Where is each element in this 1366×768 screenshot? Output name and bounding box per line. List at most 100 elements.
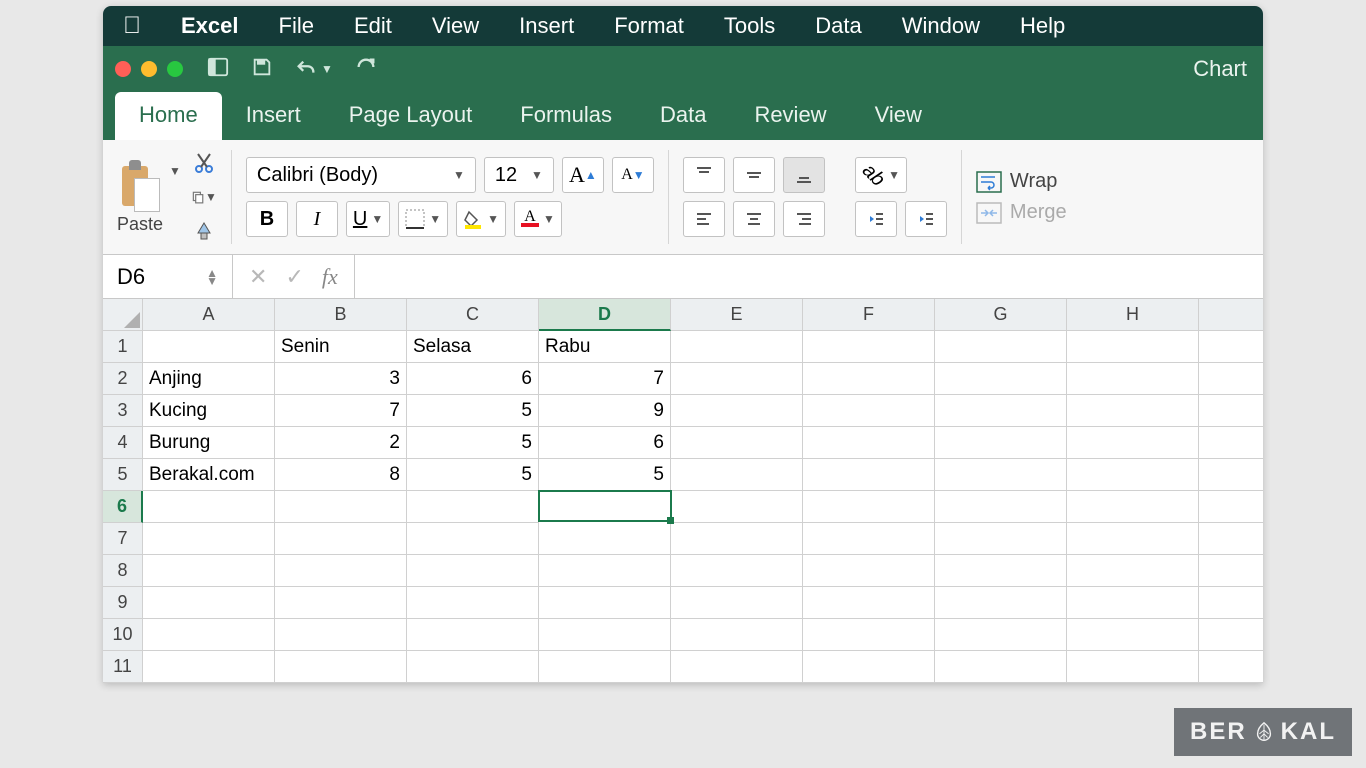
cell-H8[interactable]: [1067, 555, 1199, 587]
align-middle-icon[interactable]: [733, 157, 775, 193]
cell-F4[interactable]: [803, 427, 935, 459]
cell-G9[interactable]: [935, 587, 1067, 619]
cell-C5[interactable]: 5: [407, 459, 539, 491]
cell-I2[interactable]: [1199, 363, 1263, 395]
column-header-F[interactable]: F: [803, 299, 935, 331]
row-header-7[interactable]: 7: [103, 523, 143, 555]
cut-icon[interactable]: [191, 150, 217, 176]
column-header-E[interactable]: E: [671, 299, 803, 331]
italic-button[interactable]: I: [296, 201, 338, 237]
cell-A9[interactable]: [143, 587, 275, 619]
insert-function-icon[interactable]: fx: [322, 264, 338, 290]
minimize-icon[interactable]: [141, 61, 157, 77]
cell-C9[interactable]: [407, 587, 539, 619]
column-header-I[interactable]: I: [1199, 299, 1263, 331]
cell-B7[interactable]: [275, 523, 407, 555]
row-header-9[interactable]: 9: [103, 587, 143, 619]
cell-B8[interactable]: [275, 555, 407, 587]
row-header-6[interactable]: 6: [103, 491, 143, 523]
cell-C4[interactable]: 5: [407, 427, 539, 459]
cell-D11[interactable]: [539, 651, 671, 683]
cell-D10[interactable]: [539, 619, 671, 651]
cell-G3[interactable]: [935, 395, 1067, 427]
cell-D1[interactable]: Rabu: [539, 331, 671, 363]
cell-C11[interactable]: [407, 651, 539, 683]
cell-A7[interactable]: [143, 523, 275, 555]
cell-D4[interactable]: 6: [539, 427, 671, 459]
cell-F11[interactable]: [803, 651, 935, 683]
decrease-indent-icon[interactable]: [855, 201, 897, 237]
cell-E1[interactable]: [671, 331, 803, 363]
column-header-B[interactable]: B: [275, 299, 407, 331]
copy-icon[interactable]: ▼: [191, 184, 217, 210]
row-header-8[interactable]: 8: [103, 555, 143, 587]
menu-app[interactable]: Excel: [181, 13, 239, 39]
cell-H9[interactable]: [1067, 587, 1199, 619]
menu-insert[interactable]: Insert: [519, 13, 574, 39]
cell-E4[interactable]: [671, 427, 803, 459]
cell-D3[interactable]: 9: [539, 395, 671, 427]
cell-B3[interactable]: 7: [275, 395, 407, 427]
menu-edit[interactable]: Edit: [354, 13, 392, 39]
cell-B4[interactable]: 2: [275, 427, 407, 459]
cell-G8[interactable]: [935, 555, 1067, 587]
cell-A6[interactable]: [143, 491, 275, 523]
cell-H7[interactable]: [1067, 523, 1199, 555]
cell-C1[interactable]: Selasa: [407, 331, 539, 363]
align-bottom-icon[interactable]: [783, 157, 825, 193]
cell-H5[interactable]: [1067, 459, 1199, 491]
cell-A11[interactable]: [143, 651, 275, 683]
cell-A4[interactable]: Burung: [143, 427, 275, 459]
cell-D2[interactable]: 7: [539, 363, 671, 395]
cell-G7[interactable]: [935, 523, 1067, 555]
tab-data[interactable]: Data: [636, 92, 730, 140]
font-color-icon[interactable]: A▼: [514, 201, 562, 237]
cell-D8[interactable]: [539, 555, 671, 587]
cell-I8[interactable]: [1199, 555, 1263, 587]
cell-E9[interactable]: [671, 587, 803, 619]
row-header-3[interactable]: 3: [103, 395, 143, 427]
cell-H2[interactable]: [1067, 363, 1199, 395]
align-center-icon[interactable]: [733, 201, 775, 237]
row-header-11[interactable]: 11: [103, 651, 143, 683]
menu-data[interactable]: Data: [815, 13, 861, 39]
borders-icon[interactable]: ▼: [398, 201, 448, 237]
cell-E2[interactable]: [671, 363, 803, 395]
menu-tools[interactable]: Tools: [724, 13, 775, 39]
cell-I6[interactable]: [1199, 491, 1263, 523]
cell-G10[interactable]: [935, 619, 1067, 651]
cell-F5[interactable]: [803, 459, 935, 491]
name-box[interactable]: D6 ▲▼: [103, 255, 233, 298]
cell-C2[interactable]: 6: [407, 363, 539, 395]
cell-B6[interactable]: [275, 491, 407, 523]
cell-C7[interactable]: [407, 523, 539, 555]
format-painter-icon[interactable]: [191, 218, 217, 244]
paste-button[interactable]: Paste: [117, 214, 163, 235]
decrease-font-icon[interactable]: A▼: [612, 157, 654, 193]
menu-view[interactable]: View: [432, 13, 479, 39]
select-all-corner[interactable]: [103, 299, 143, 331]
increase-indent-icon[interactable]: [905, 201, 947, 237]
cell-D5[interactable]: 5: [539, 459, 671, 491]
cell-G2[interactable]: [935, 363, 1067, 395]
merge-button[interactable]: Merge: [976, 201, 1067, 224]
cell-G6[interactable]: [935, 491, 1067, 523]
cell-I4[interactable]: [1199, 427, 1263, 459]
undo-icon[interactable]: ▼: [295, 58, 333, 80]
tab-review[interactable]: Review: [730, 92, 850, 140]
orientation-icon[interactable]: ab▼: [855, 157, 907, 193]
row-header-10[interactable]: 10: [103, 619, 143, 651]
redo-icon[interactable]: [355, 56, 377, 83]
align-left-icon[interactable]: [683, 201, 725, 237]
cell-D9[interactable]: [539, 587, 671, 619]
column-header-H[interactable]: H: [1067, 299, 1199, 331]
cell-H1[interactable]: [1067, 331, 1199, 363]
cell-D6[interactable]: [538, 490, 672, 522]
increase-font-icon[interactable]: A▲: [562, 157, 604, 193]
cell-F6[interactable]: [803, 491, 935, 523]
align-right-icon[interactable]: [783, 201, 825, 237]
cell-I11[interactable]: [1199, 651, 1263, 683]
cell-H10[interactable]: [1067, 619, 1199, 651]
paste-dropdown-icon[interactable]: ▼: [169, 164, 181, 178]
font-name-select[interactable]: Calibri (Body)▼: [246, 157, 476, 193]
